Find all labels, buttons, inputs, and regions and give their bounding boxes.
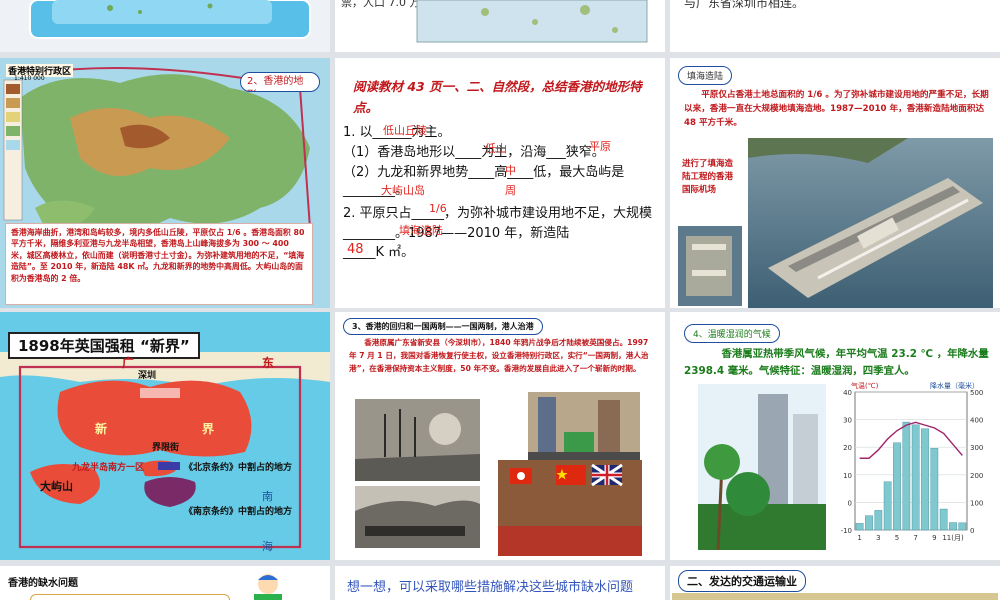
x-tick: 3	[876, 534, 880, 542]
y-tick-right: 100	[970, 499, 983, 507]
precip-bar	[855, 523, 864, 531]
water-box-edge	[30, 594, 230, 600]
terrain-caption: 香港海岸曲折，港湾和岛屿较多，境内多低山丘陵，平原仅占 1/6 。香港岛面积 8…	[5, 223, 313, 305]
y-tick-right: 0	[970, 527, 974, 535]
slide-land-reclamation: 填海造陆 平原仅占香港土地总面积的 1/6 。为了弥补城市建设用地的严重不足，长…	[670, 58, 1000, 308]
map-scale: 1:410 000	[14, 75, 45, 82]
precip-bar	[930, 448, 939, 531]
reclaim-badge: 填海造陆	[678, 66, 733, 85]
y-tick-left: 30	[843, 417, 852, 425]
precip-bar	[874, 510, 883, 531]
precip-bar	[911, 424, 920, 531]
airport-satellite-photo	[678, 226, 742, 306]
precip-bar	[921, 428, 929, 531]
slide-terrain-map: 香港特别行政区 1:410 000 2、香港的地形 香港海岸曲折，港湾和岛屿较多…	[0, 58, 330, 308]
handover-ceremony-photo	[498, 460, 642, 556]
precip-bar	[949, 522, 957, 531]
label-xin: 新	[95, 422, 108, 436]
answer-plain: 平原	[589, 140, 611, 153]
label-dong: 东	[262, 356, 275, 370]
y-tick-left: -10	[841, 527, 852, 535]
climate-badge: 4、温暖湿润的气候	[684, 324, 780, 343]
old-harbour-photo	[355, 486, 480, 548]
precip-bar	[893, 442, 901, 531]
x-tick: 11(月)	[942, 534, 964, 542]
label-kowloon: 九龙半岛南方一区	[72, 463, 145, 473]
label-nan: 南	[262, 490, 273, 503]
think-title: 想一想，可以采取哪些措施解决这些城市缺水问题	[347, 580, 634, 595]
label-nanjing-treaty: 《南京条约》中割占的地方	[184, 507, 293, 517]
question-line-4: 2. 平原只占_____，为弥补城市建设用地不足，大规模________。198…	[343, 206, 653, 241]
water-title: 香港的缺水问题	[8, 578, 78, 589]
y-tick-left: 0	[848, 499, 852, 507]
reclaim-text: 平原仅占香港土地总面积的 1/6 。为了弥补城市建设用地的严重不足，长期以来，香…	[684, 90, 989, 128]
hong-kong-street-photo	[528, 392, 640, 460]
precip-bar	[958, 522, 967, 531]
climate-chart: 403020100-1050040030020010001 3 5 7 9 11(月)气温…	[841, 381, 984, 542]
terrain-caption-text: 香港海岸曲折，港湾和岛屿较多，境内多低山丘陵，平原仅占 1/6 。香港岛面积 8…	[11, 228, 305, 283]
precip-bar	[883, 481, 892, 531]
transport-photo-edge	[672, 593, 998, 600]
reclaim-side-text: 进行了填海造陆工程的香港国际机场	[682, 159, 734, 195]
answer-area: 48	[347, 242, 364, 257]
answer-reclaim: 填海造陆	[399, 224, 443, 237]
label-shenzhen: 深圳	[138, 371, 157, 381]
answer-center: 中	[505, 164, 516, 177]
x-tick: 9	[932, 534, 936, 542]
transport-title: 二、发达的交通运输业	[678, 570, 806, 592]
label-lantau: 大屿山	[40, 480, 73, 493]
y-tick-right: 300	[970, 444, 983, 452]
label-jie: 界	[202, 422, 215, 436]
precip-bar	[865, 515, 873, 531]
top-right-text: 与广东省深圳市相连。	[684, 0, 805, 10]
precip-axis-label: 降水量（毫米）	[930, 381, 979, 390]
answer-island: 大屿山岛	[381, 184, 425, 197]
slide-transport: 二、发达的交通运输业	[670, 566, 1000, 600]
slide-water-shortage: 香港的缺水问题	[0, 566, 330, 600]
label-beijing-treaty: 《北京条约》中割占的地方	[184, 463, 293, 473]
terrain-badge: 2、香港的地形	[240, 72, 320, 92]
temp-axis-label: 气温(℃)	[851, 381, 879, 390]
slide-return-history: 3、香港的回归和一国两制——一国两制，港人治港 香港原属广东省新安县（今深圳市）…	[335, 312, 665, 560]
opium-war-photo	[355, 399, 480, 481]
slide-top-right: 与广东省深圳市相连。	[670, 0, 1000, 52]
answer-fraction: 1/6	[429, 202, 447, 215]
climate-text: 香港属亚热带季风气候，年平均气温 23.2 ℃ ，年降水量 2398.4 毫米。…	[684, 348, 989, 377]
slide-1898-lease: 1898年英国强租 “新界” 广 东 深圳 新 界 界限街 九龙半岛南方一区 《…	[0, 312, 330, 560]
tropical-city-photo	[698, 384, 826, 550]
x-tick: 1	[857, 534, 861, 542]
y-tick-left: 40	[843, 389, 852, 397]
slide-top-left	[0, 0, 330, 52]
label-hai: 海	[262, 540, 273, 553]
precip-bar	[902, 421, 911, 531]
airport-aerial-photo	[748, 138, 993, 308]
cartoon-boy-icon	[254, 574, 282, 600]
slide-climate: 4、温暖湿润的气候 香港属亚热带季风气候，年平均气温 23.2 ℃ ，年降水量 …	[670, 312, 1000, 560]
x-tick: 5	[895, 534, 899, 542]
x-tick: 7	[913, 534, 917, 542]
answer-periphery: 周	[505, 184, 516, 197]
history-badge: 3、香港的回归和一国两制——一国两制，港人治港	[343, 318, 543, 335]
precip-bar	[939, 508, 948, 531]
y-tick-right: 400	[970, 417, 983, 425]
terrain-heading: 阅读教材 43 页一、二、自然段，总结香港的地形特点。	[353, 79, 642, 115]
answer-low-mountain: 低山	[485, 142, 507, 155]
label-boundary: 界限街	[152, 443, 180, 453]
plot-area	[854, 391, 968, 531]
label-guang: 广	[122, 356, 135, 370]
slide-think: 想一想，可以采取哪些措施解决这些城市缺水问题	[335, 566, 665, 600]
islands-map-thumbnail	[416, 0, 648, 43]
y-tick-right: 500	[970, 389, 983, 397]
answer-low-hills: 低山丘陵	[383, 124, 427, 137]
history-text: 香港原属广东省新安县（今深圳市），1840 年鸦片战争后才陆续被英国侵占。199…	[349, 338, 649, 373]
y-tick-left: 10	[843, 472, 852, 480]
slide-top-middle: 票，人口 7.0 万。	[335, 0, 665, 52]
lease-title: 1898年英国强租 “新界”	[8, 332, 200, 359]
map-thumbnail	[29, 0, 311, 39]
slide-terrain-questions: 阅读教材 43 页一、二、自然段，总结香港的地形特点。 1. 以______为主…	[335, 58, 665, 308]
y-tick-right: 200	[970, 472, 983, 480]
y-tick-left: 20	[843, 444, 852, 452]
